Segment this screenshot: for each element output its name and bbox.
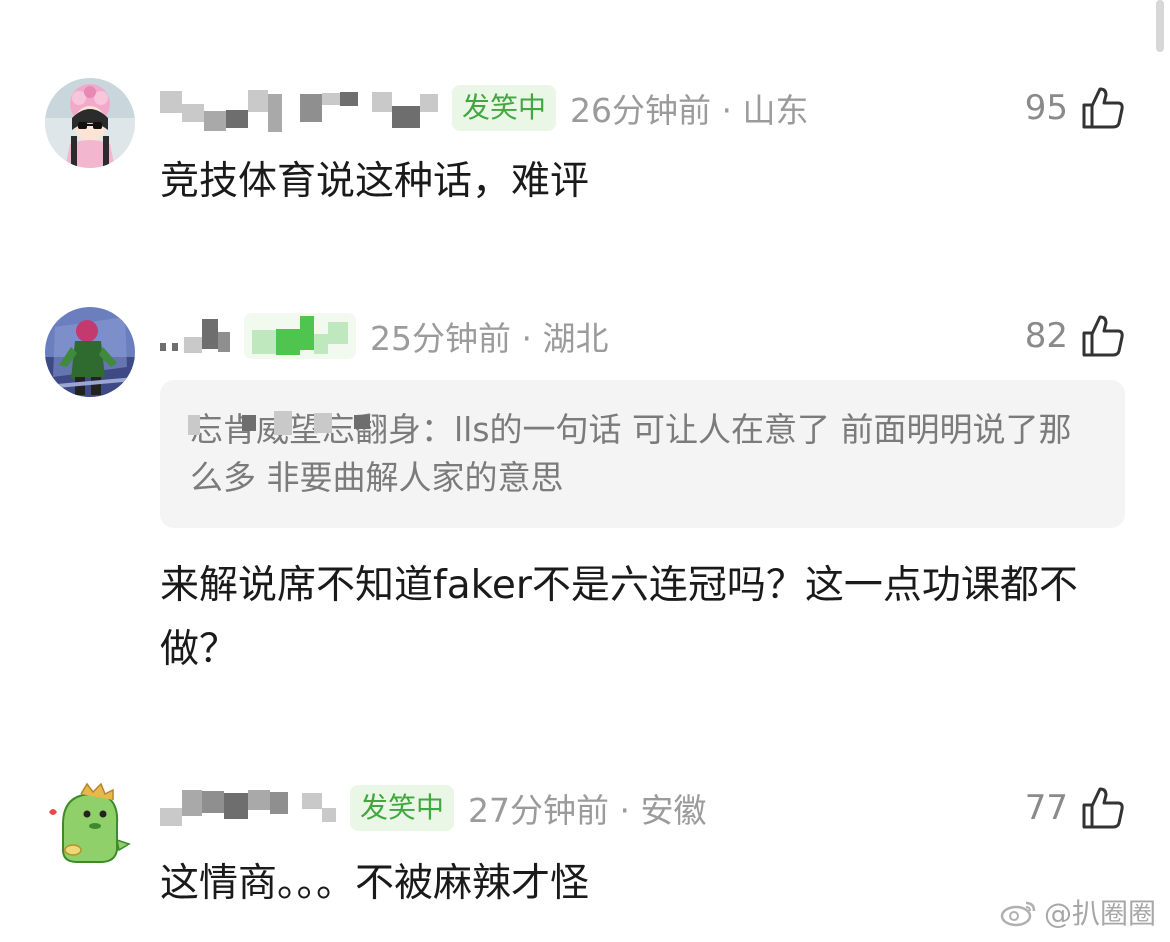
time-location: 26分钟前 · 山东 bbox=[570, 91, 809, 130]
status-badge: 发笑中 bbox=[350, 785, 455, 831]
time-location: 27分钟前 · 安徽 bbox=[468, 791, 707, 830]
avatar[interactable] bbox=[45, 780, 135, 870]
like-count: 95 bbox=[1024, 88, 1068, 128]
avatar[interactable] bbox=[45, 78, 135, 168]
thumbs-up-icon[interactable] bbox=[1080, 785, 1126, 831]
avatar[interactable] bbox=[45, 307, 135, 397]
comment-meta: 发笑中 27分钟前 · 安徽 bbox=[160, 780, 706, 836]
comment-text: 来解说席不知道faker不是六连冠吗？这一点功课都不做？ bbox=[160, 563, 1078, 672]
weibo-icon bbox=[1000, 897, 1044, 927]
watermark: @扒圈圈 bbox=[1000, 892, 1156, 932]
comment-meta: 25分钟前 · 湖北 bbox=[160, 308, 608, 364]
thumbs-up-icon[interactable] bbox=[1080, 313, 1126, 359]
badge-mosaic bbox=[244, 313, 356, 359]
comment-text: 竞技体育说这种话，难评 bbox=[160, 159, 590, 204]
like-button[interactable]: 95 bbox=[1025, 80, 1126, 136]
comment-meta: 发笑中 26分钟前 · 山东 bbox=[160, 80, 808, 136]
like-count: 77 bbox=[1024, 788, 1068, 828]
username-mosaic[interactable] bbox=[160, 308, 230, 364]
thumbs-up-icon[interactable] bbox=[1080, 85, 1126, 131]
comment-text: 这情商。。。不被麻辣才怪 bbox=[160, 861, 590, 906]
like-button[interactable]: 82 bbox=[1025, 308, 1126, 364]
like-button[interactable]: 77 bbox=[1025, 780, 1126, 836]
watermark-text: @扒圈圈 bbox=[1043, 897, 1156, 930]
username-mosaic[interactable] bbox=[160, 780, 336, 836]
time-location: 25分钟前 · 湖北 bbox=[370, 319, 609, 358]
username-mosaic[interactable] bbox=[160, 80, 438, 136]
like-count: 82 bbox=[1024, 316, 1068, 356]
quoted-username-mosaic bbox=[188, 406, 370, 454]
quoted-reply[interactable]: 忘肯威望忘翻身：lls的一句话 可让人在意了 前面明明说了那么多 非要曲解人家的… bbox=[160, 380, 1125, 528]
scrollbar[interactable] bbox=[1156, 0, 1164, 52]
status-badge: 发笑中 bbox=[452, 85, 557, 131]
